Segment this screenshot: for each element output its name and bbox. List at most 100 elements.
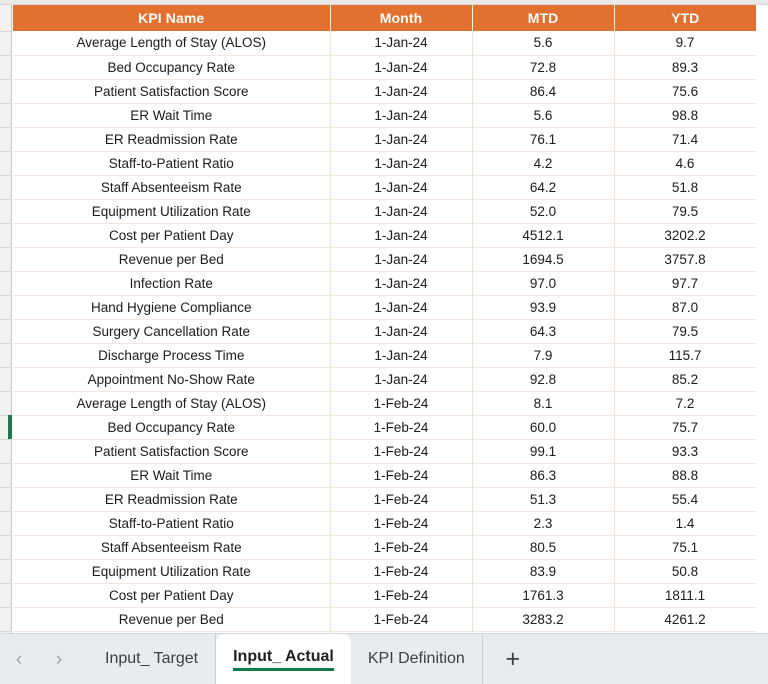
table-row[interactable]: Surgery Cancellation Rate 1-Jan-24 64.3 79.… (13, 319, 757, 344)
cell-month[interactable]: 1-Jan-24 (330, 151, 473, 176)
cell-kpi-name[interactable]: Infection Rate (13, 271, 331, 296)
cell-ytd[interactable]: 3757.8 (614, 247, 757, 272)
table-row[interactable]: Discharge Process Time 1-Jan-24 7.9 115.7 (13, 343, 757, 368)
cell-ytd[interactable]: 55.4 (614, 487, 757, 512)
table-row[interactable]: Cost per Patient Day 1-Feb-24 1761.3 1811.1 (13, 583, 757, 608)
table-row[interactable]: Staff-to-Patient Ratio 1-Jan-24 4.2 4.6 (13, 151, 757, 176)
cell-mtd[interactable]: 4512.1 (472, 223, 615, 248)
table-row[interactable]: Staff Absenteeism Rate 1-Feb-24 80.5 75.1 (13, 535, 757, 560)
column-header-ytd[interactable]: YTD (614, 5, 756, 31)
cell-mtd[interactable]: 64.2 (472, 175, 615, 200)
cell-ytd[interactable]: 50.8 (614, 559, 757, 584)
cell-month[interactable]: 1-Feb-24 (330, 439, 473, 464)
cell-ytd[interactable]: 87.0 (614, 295, 757, 320)
table-row[interactable]: Patient Satisfaction Score 1-Jan-24 86.4 75… (13, 79, 757, 104)
cell-ytd[interactable]: 71.4 (614, 127, 757, 152)
cell-mtd[interactable]: 93.9 (472, 295, 615, 320)
table-row[interactable]: Revenue per Bed 1-Jan-24 1694.5 3757.8 (13, 247, 757, 272)
table-row[interactable]: Bed Occupancy Rate 1-Feb-24 60.0 75.7 (13, 415, 757, 440)
cell-ytd[interactable]: 93.3 (614, 439, 757, 464)
column-header-mtd[interactable]: MTD (472, 5, 615, 31)
cell-kpi-name[interactable]: Hand Hygiene Compliance (13, 295, 331, 320)
cell-ytd[interactable]: 4261.2 (614, 607, 757, 632)
cell-kpi-name[interactable]: Patient Satisfaction Score (13, 439, 331, 464)
cell-month[interactable]: 1-Feb-24 (330, 487, 473, 512)
cell-mtd[interactable]: 99.1 (472, 439, 615, 464)
cell-kpi-name[interactable]: Appointment No-Show Rate (13, 367, 331, 392)
cell-mtd[interactable]: 64.3 (472, 319, 615, 344)
cell-ytd[interactable]: 1811.1 (614, 583, 757, 608)
cell-kpi-name[interactable]: Staff-to-Patient Ratio (13, 511, 331, 536)
chevron-right-icon[interactable]: › (46, 644, 72, 674)
cell-kpi-name[interactable]: ER Wait Time (13, 463, 331, 488)
cell-kpi-name[interactable]: Staff Absenteeism Rate (13, 175, 331, 200)
cell-mtd[interactable]: 8.1 (472, 391, 615, 416)
column-header-month[interactable]: Month (330, 5, 473, 31)
cell-kpi-name[interactable]: Equipment Utilization Rate (13, 559, 331, 584)
cell-kpi-name[interactable]: Staff Absenteeism Rate (13, 535, 331, 560)
cell-month[interactable]: 1-Jan-24 (330, 175, 473, 200)
cell-ytd[interactable]: 9.7 (614, 31, 757, 56)
cell-month[interactable]: 1-Feb-24 (330, 463, 473, 488)
cell-month[interactable]: 1-Jan-24 (330, 271, 473, 296)
cell-ytd[interactable]: 79.5 (614, 199, 757, 224)
cell-mtd[interactable]: 76.1 (472, 127, 615, 152)
cell-kpi-name[interactable]: Patient Satisfaction Score (13, 79, 331, 104)
cell-mtd[interactable]: 5.6 (472, 103, 615, 128)
cell-month[interactable]: 1-Jan-24 (330, 199, 473, 224)
add-sheet-button[interactable]: + (487, 639, 539, 679)
cell-kpi-name[interactable]: ER Readmission Rate (13, 127, 331, 152)
cell-mtd[interactable]: 86.4 (472, 79, 615, 104)
cell-month[interactable]: 1-Feb-24 (330, 559, 473, 584)
table-row[interactable]: Equipment Utilization Rate 1-Jan-24 52.0 79… (13, 199, 757, 224)
cell-mtd[interactable]: 92.8 (472, 367, 615, 392)
cell-kpi-name[interactable]: Equipment Utilization Rate (13, 199, 331, 224)
cell-kpi-name[interactable]: Bed Occupancy Rate (13, 415, 331, 440)
cell-kpi-name[interactable]: Cost per Patient Day (13, 583, 331, 608)
cell-mtd[interactable]: 86.3 (472, 463, 615, 488)
cell-kpi-name[interactable]: Revenue per Bed (13, 247, 331, 272)
cell-month[interactable]: 1-Feb-24 (330, 511, 473, 536)
cell-ytd[interactable]: 85.2 (614, 367, 757, 392)
cell-ytd[interactable]: 79.5 (614, 319, 757, 344)
cell-kpi-name[interactable]: ER Readmission Rate (13, 487, 331, 512)
cell-ytd[interactable]: 75.7 (614, 415, 757, 440)
cell-ytd[interactable]: 3202.2 (614, 223, 757, 248)
cell-month[interactable]: 1-Jan-24 (330, 367, 473, 392)
table-row[interactable]: Staff-to-Patient Ratio 1-Feb-24 2.3 1.4 (13, 511, 757, 536)
table-row[interactable]: ER Readmission Rate 1-Jan-24 76.1 71.4 (13, 127, 757, 152)
cell-month[interactable]: 1-Jan-24 (330, 319, 473, 344)
cell-month[interactable]: 1-Jan-24 (330, 55, 473, 80)
spreadsheet-grid[interactable]: KPI Name Month MTD YTD Average Length of… (13, 5, 768, 633)
sheet-tab-input-actual[interactable]: Input_ Actual (216, 633, 351, 684)
cell-ytd[interactable]: 89.3 (614, 55, 757, 80)
cell-month[interactable]: 1-Feb-24 (330, 415, 473, 440)
cell-month[interactable]: 1-Jan-24 (330, 31, 473, 56)
table-row[interactable]: Patient Satisfaction Score 1-Feb-24 99.1 93… (13, 439, 757, 464)
cell-month[interactable]: 1-Feb-24 (330, 391, 473, 416)
cell-kpi-name[interactable]: Average Length of Stay (ALOS) (13, 391, 331, 416)
cell-kpi-name[interactable]: Discharge Process Time (13, 343, 331, 368)
table-row[interactable]: Cost per Patient Day 1-Jan-24 4512.1 3202.2 (13, 223, 757, 248)
sheet-tab-kpi-definition[interactable]: KPI Definition (351, 633, 483, 684)
table-row[interactable]: ER Readmission Rate 1-Feb-24 51.3 55.4 (13, 487, 757, 512)
cell-ytd[interactable]: 115.7 (614, 343, 757, 368)
table-row[interactable]: Staff Absenteeism Rate 1-Jan-24 64.2 51.8 (13, 175, 757, 200)
cell-mtd[interactable]: 1761.3 (472, 583, 615, 608)
cell-month[interactable]: 1-Jan-24 (330, 79, 473, 104)
cell-ytd[interactable]: 75.1 (614, 535, 757, 560)
table-row[interactable]: Revenue per Bed 1-Feb-24 3283.2 4261.2 (13, 607, 757, 632)
table-row[interactable]: ER Wait Time 1-Feb-24 86.3 88.8 (13, 463, 757, 488)
chevron-left-icon[interactable]: ‹ (6, 644, 32, 674)
table-row[interactable]: Average Length of Stay (ALOS) 1-Feb-24 8.1… (13, 391, 757, 416)
cell-mtd[interactable]: 97.0 (472, 271, 615, 296)
cell-mtd[interactable]: 72.8 (472, 55, 615, 80)
cell-month[interactable]: 1-Feb-24 (330, 607, 473, 632)
cell-mtd[interactable]: 4.2 (472, 151, 615, 176)
cell-month[interactable]: 1-Feb-24 (330, 583, 473, 608)
cell-ytd[interactable]: 98.8 (614, 103, 757, 128)
cell-kpi-name[interactable]: Cost per Patient Day (13, 223, 331, 248)
table-row[interactable]: Infection Rate 1-Jan-24 97.0 97.7 (13, 271, 757, 296)
column-header-kpi-name[interactable]: KPI Name (13, 5, 331, 31)
cell-mtd[interactable]: 2.3 (472, 511, 615, 536)
